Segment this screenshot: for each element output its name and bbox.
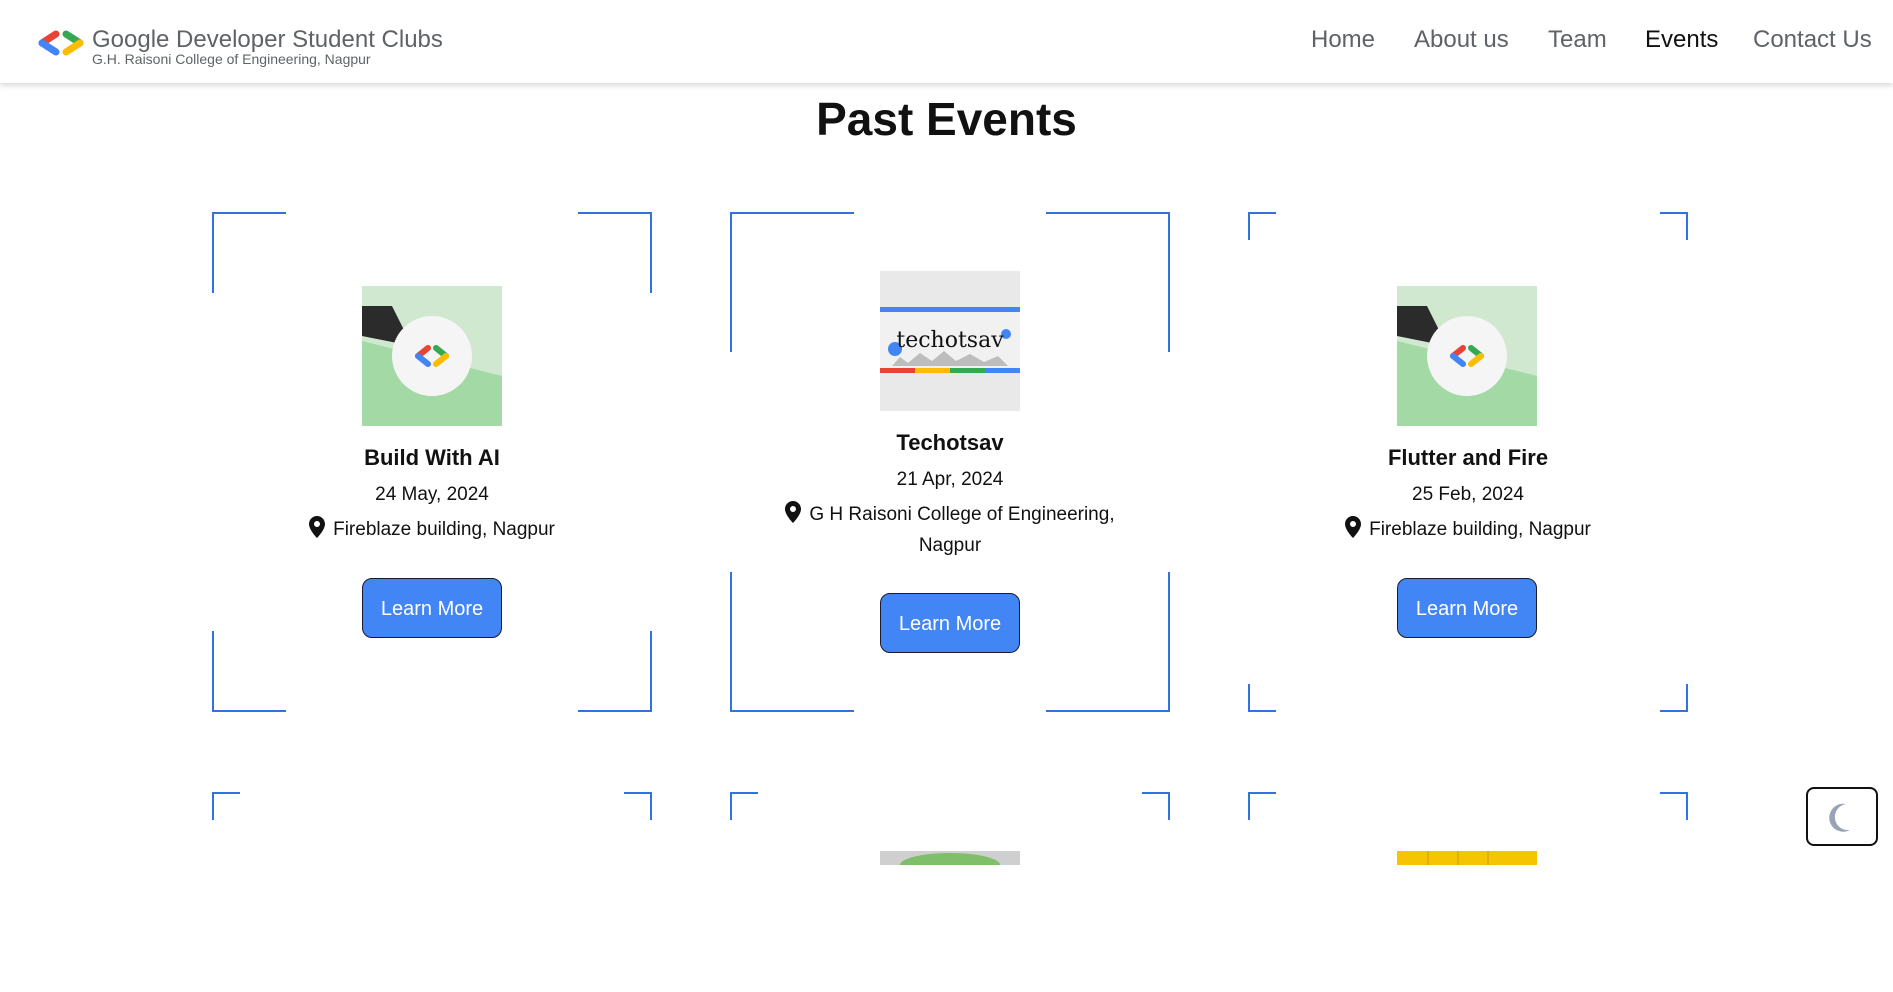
event-date: 25 Feb, 2024 [1412,484,1524,505]
frame-corner [1142,792,1170,820]
frame-corner [730,212,854,352]
frame-corner [1046,212,1170,352]
learn-more-button[interactable]: Learn More [880,593,1020,653]
frame-corner [578,631,652,712]
brand-title[interactable]: Google Developer Student Clubs [92,26,443,54]
frame-corner [1046,572,1170,712]
top-navbar: Google Developer Student Clubs G.H. Rais… [0,0,1893,83]
frame-corner [212,792,240,820]
brand-subtitle: G.H. Raisoni College of Engineering, Nag… [92,51,371,67]
location-pin-icon [785,501,802,523]
frame-corner [1248,212,1276,240]
event-date: 21 Apr, 2024 [896,469,1004,490]
event-image [1397,286,1537,426]
event-card [730,792,1170,992]
location-pin-icon [1345,516,1362,538]
nav-contact-us[interactable]: Contact Us [1753,26,1872,54]
frame-corner [212,631,286,712]
event-location-text: Fireblaze building, Nagpur [333,519,555,540]
event-card: Flutter and Fire 25 Feb, 2024 Fireblaze … [1248,212,1688,712]
event-image: techotsav [880,271,1020,411]
frame-corner [1248,684,1276,712]
event-title: Techotsav [896,430,1004,455]
frame-corner [624,792,652,820]
event-card: Build With AI 24 May, 2024 Fireblaze bui… [212,212,652,712]
frame-corner [578,212,652,293]
event-location-text: Fireblaze building, Nagpur [1369,519,1591,540]
frame-corner [730,792,758,820]
frame-corner [1248,792,1276,820]
frame-corner [1660,212,1688,240]
learn-more-button[interactable]: Learn More [362,578,502,638]
gdsc-logo-icon[interactable] [36,30,88,56]
event-title: Build With AI [364,445,500,470]
event-card [1248,792,1688,992]
frame-corner [730,572,854,712]
nav-home[interactable]: Home [1311,26,1375,54]
theme-toggle-button[interactable] [1806,787,1878,846]
page-title: Past Events [816,93,1077,145]
event-image [362,286,502,426]
frame-corner [1660,684,1688,712]
frame-corner [212,212,286,293]
event-image [880,851,1020,865]
learn-more-button[interactable]: Learn More [1397,578,1537,638]
frame-corner [1660,792,1688,820]
event-card [212,792,652,992]
nav-events[interactable]: Events [1645,26,1718,54]
event-location: G H Raisoni College of Engineering, Nagp… [770,499,1130,561]
event-card: techotsav Techotsav 21 Apr, 2024 G H Rai… [730,212,1170,712]
event-date: 24 May, 2024 [375,484,489,505]
moon-icon [1829,803,1850,832]
location-pin-icon [309,516,326,538]
event-title: Flutter and Fire [1387,445,1549,470]
nav-team[interactable]: Team [1548,26,1607,54]
event-location: Fireblaze building, Nagpur [1288,514,1648,545]
nav-about-us[interactable]: About us [1414,26,1509,54]
event-location-text: G H Raisoni College of Engineering, Nagp… [809,504,1115,556]
image-title-text: techotsav [896,328,1004,353]
event-image [1397,851,1537,865]
event-location: Fireblaze building, Nagpur [252,514,612,545]
